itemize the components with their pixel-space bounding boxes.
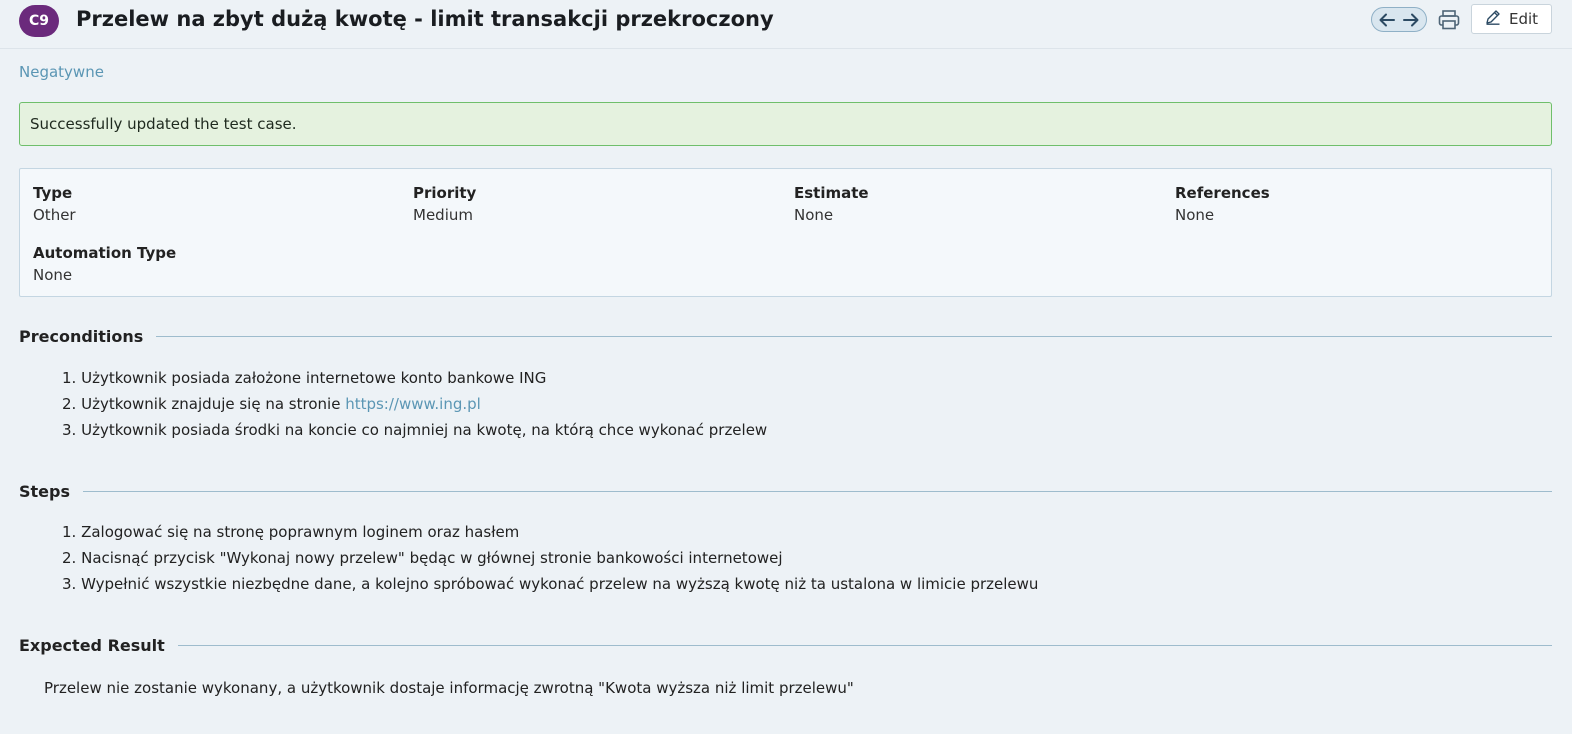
field-type: Type Other: [33, 184, 76, 224]
divider: [83, 490, 1552, 492]
page-header: C9 Przelew na zbyt dużą kwotę - limit tr…: [0, 0, 1572, 49]
field-label: Type: [33, 184, 73, 202]
expected-result-header: Expected Result: [19, 634, 1552, 656]
section-title: Preconditions: [19, 326, 144, 346]
field-label: References: [1175, 184, 1270, 202]
field-value: None: [794, 206, 834, 224]
pencil-icon: [1485, 9, 1501, 29]
field-references: References None: [1175, 184, 1270, 224]
expected-result-text: Przelew nie zostanie wykonany, a użytkow…: [44, 679, 854, 697]
section-link[interactable]: Negatywne: [19, 63, 104, 81]
section-title: Expected Result: [19, 635, 165, 655]
steps-header: Steps: [19, 480, 1552, 502]
list-item: 2. Użytkownik znajduje się na stronie ht…: [62, 395, 481, 413]
arrow-right-icon[interactable]: [1402, 11, 1420, 29]
divider: [177, 644, 1552, 646]
page-title: Przelew na zbyt dużą kwotę - limit trans…: [76, 7, 774, 31]
field-label: Automation Type: [33, 244, 177, 262]
list-item: 3. Użytkownik posiada środki na koncie c…: [62, 421, 768, 439]
case-id-badge: C9: [19, 5, 59, 37]
steps-list: 1. Zalogować się na stronę poprawnym log…: [62, 519, 1038, 597]
preconditions-list: 1. Użytkownik posiada założone interneto…: [62, 365, 767, 443]
list-item: 1. Użytkownik posiada założone interneto…: [62, 369, 547, 387]
field-estimate: Estimate None: [794, 184, 869, 224]
arrow-left-icon[interactable]: [1378, 11, 1396, 29]
preconditions-header: Preconditions: [19, 325, 1552, 347]
printer-icon[interactable]: [1436, 7, 1462, 33]
section-title: Steps: [19, 481, 70, 501]
list-item: 1. Zalogować się na stronę poprawnym log…: [62, 523, 520, 541]
divider: [156, 335, 1552, 337]
field-value: Medium: [413, 206, 473, 224]
field-label: Priority: [413, 184, 477, 202]
field-value: Other: [33, 206, 76, 224]
edit-button-label: Edit: [1508, 10, 1539, 28]
success-alert: Successfully updated the test case.: [19, 102, 1552, 146]
field-value: None: [1175, 206, 1215, 224]
case-navigation: [1371, 7, 1427, 32]
list-item: 2. Nacisnąć przycisk "Wykonaj nowy przel…: [62, 549, 783, 567]
field-label: Estimate: [794, 184, 869, 202]
field-priority: Priority Medium: [413, 184, 476, 224]
edit-button[interactable]: Edit: [1471, 4, 1552, 34]
alert-message: Successfully updated the test case.: [30, 115, 297, 133]
list-item: 3. Wypełnić wszystkie niezbędne dane, a …: [62, 575, 1039, 593]
url-link[interactable]: https://www.ing.pl: [345, 395, 481, 413]
case-fields: Type Other Priority Medium Estimate None…: [19, 168, 1552, 297]
field-automation-type: Automation Type None: [33, 244, 176, 284]
field-value: None: [33, 266, 73, 284]
